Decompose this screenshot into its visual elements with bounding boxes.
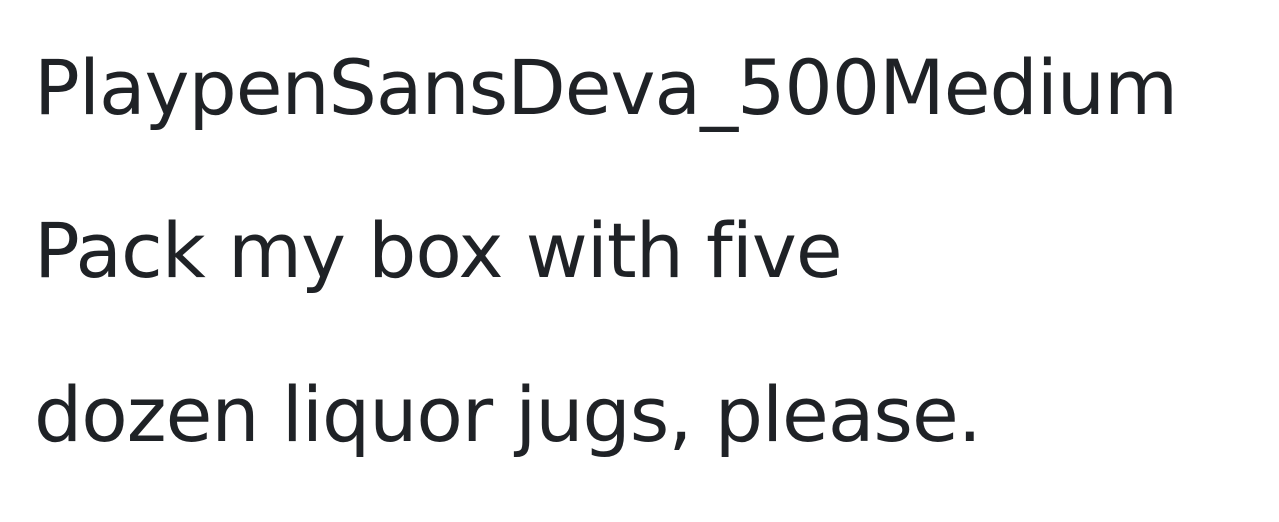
sample-text-line-1: Pack my box with five bbox=[34, 206, 843, 295]
sample-text-line-2: dozen liquor jugs, please. bbox=[34, 370, 982, 459]
font-specimen: PlaypenSansDeva_500Medium Pack my box wi… bbox=[0, 0, 1279, 522]
font-name-heading: PlaypenSansDeva_500Medium bbox=[34, 43, 1178, 132]
